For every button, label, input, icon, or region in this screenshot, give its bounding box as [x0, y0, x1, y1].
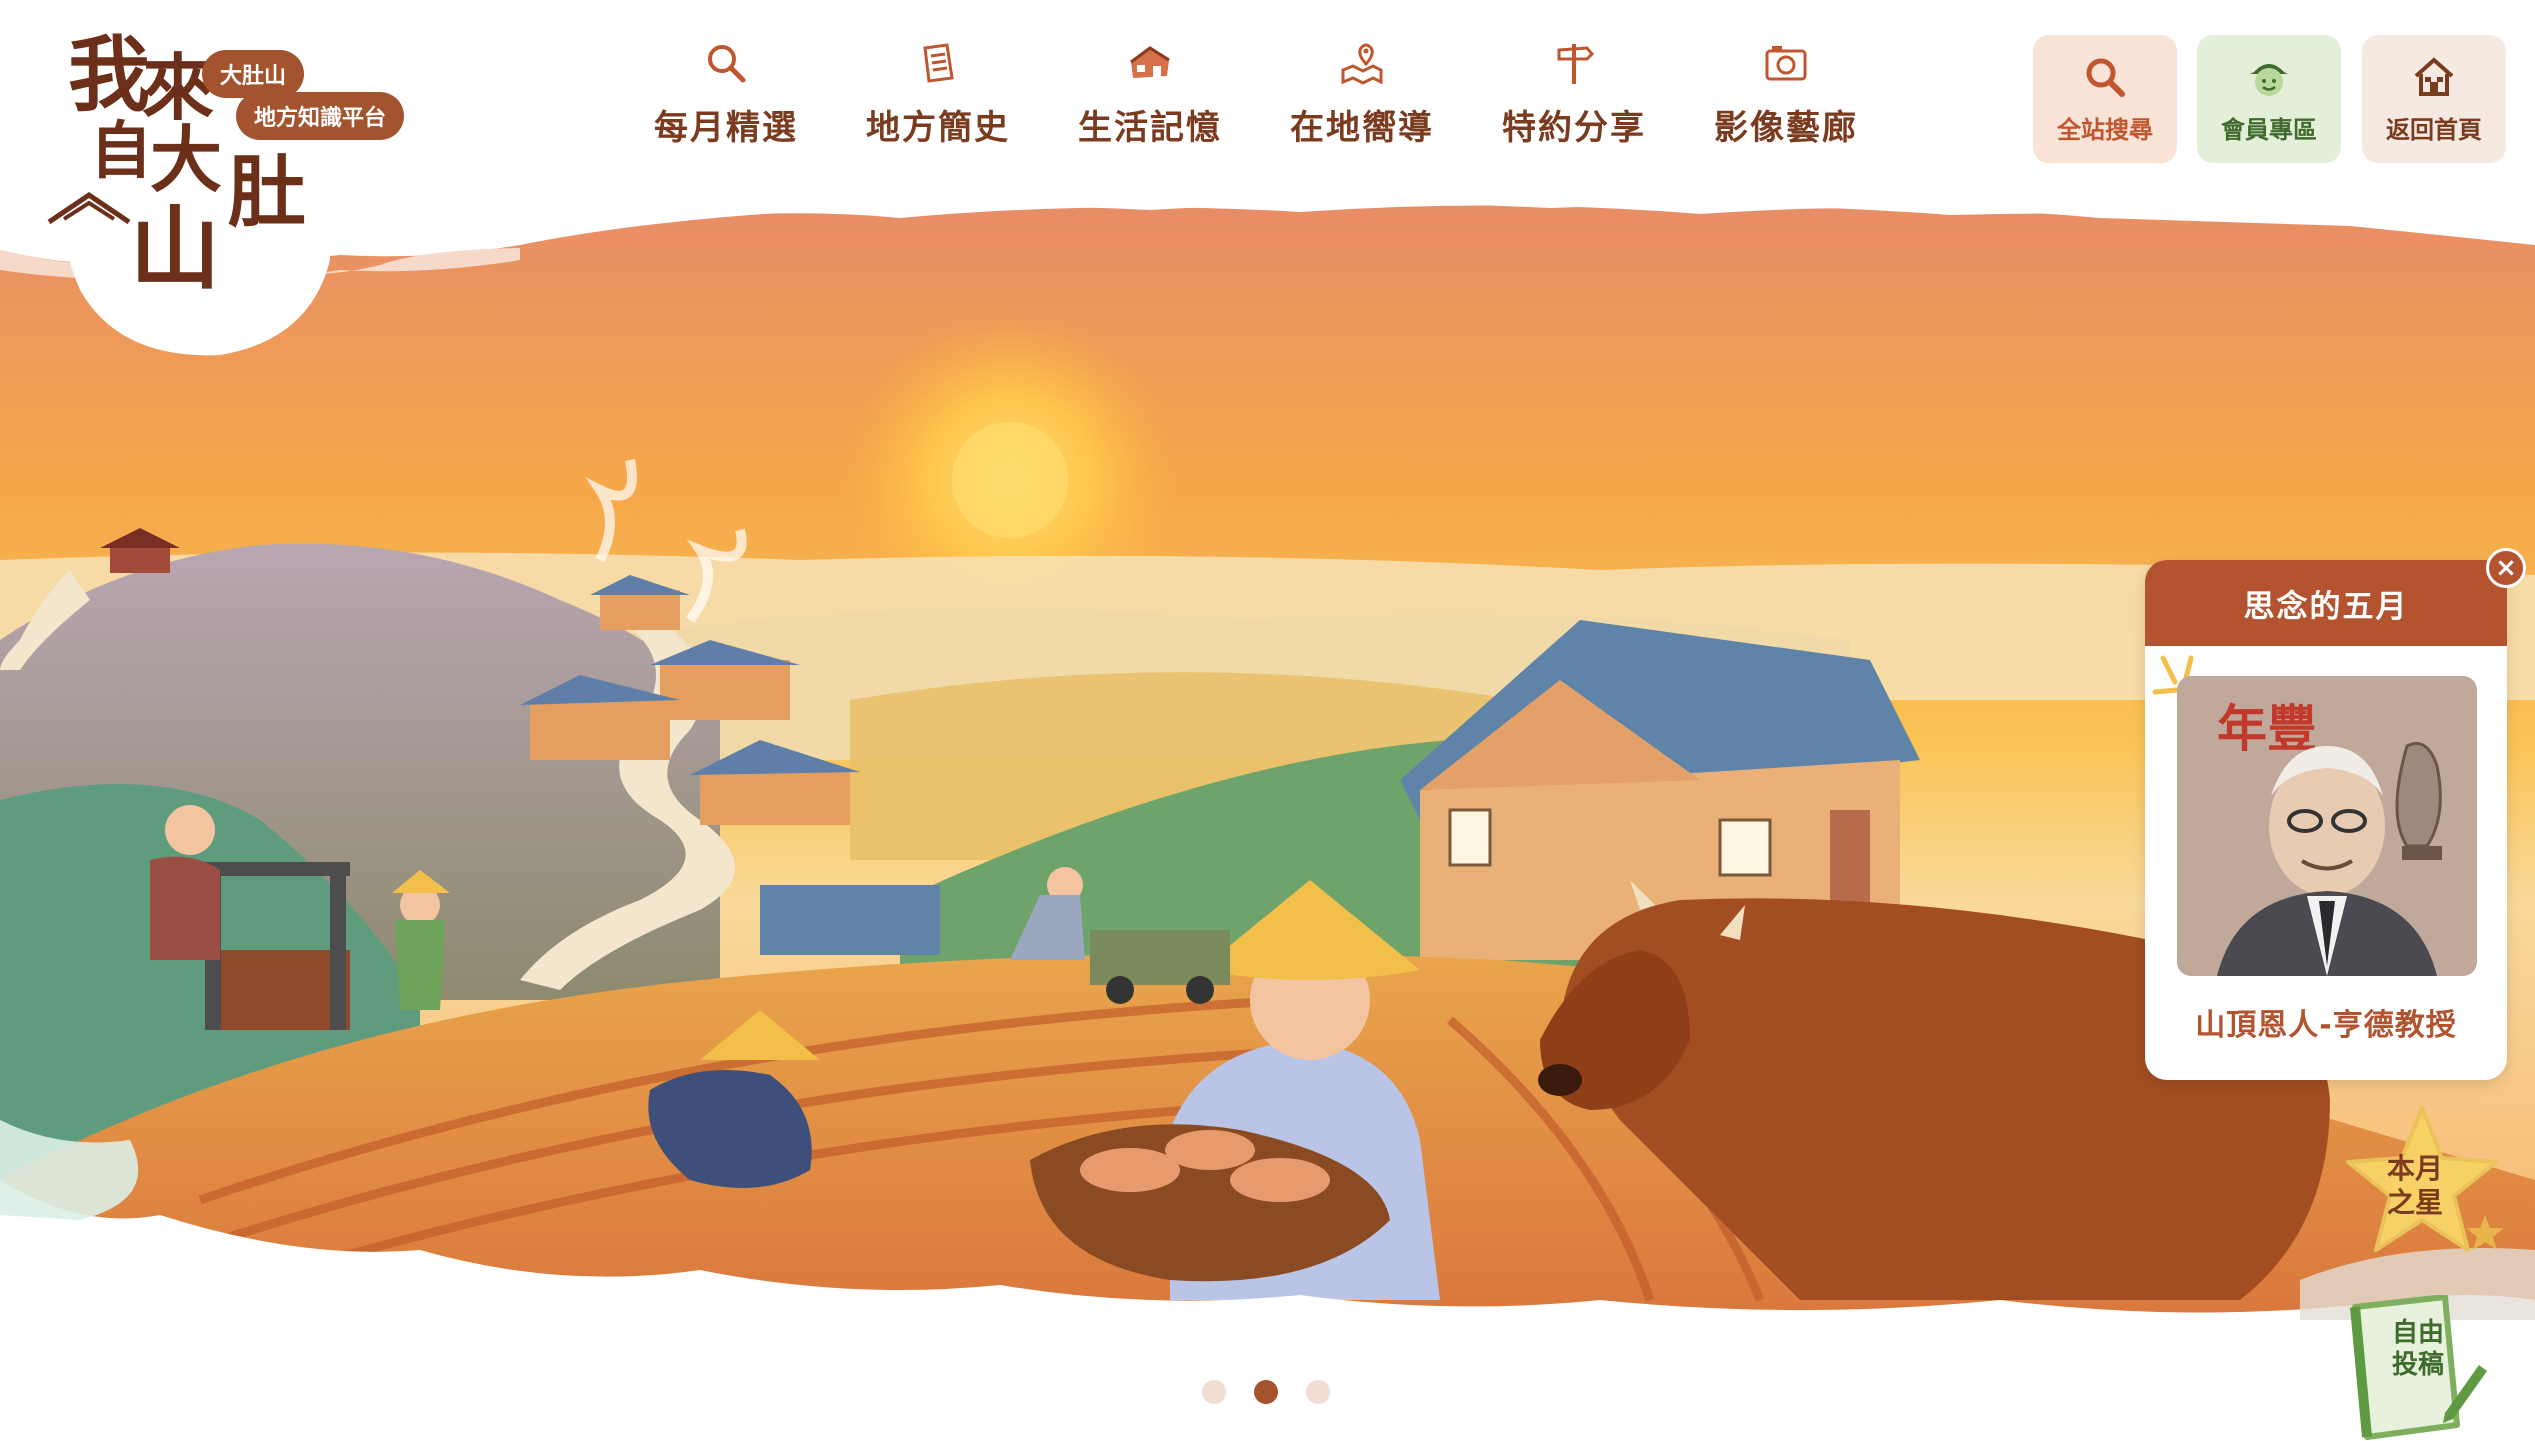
nav-label: 影像藝廊: [1714, 108, 1858, 148]
site-logo[interactable]: 我 來 自 大 肚 山 大肚山 地方知識平台: [30, 12, 405, 322]
carousel-dot-3[interactable]: [1306, 1380, 1330, 1404]
submit-text: 自由 投稿: [2383, 1317, 2453, 1381]
star-badge-text: 本月 之星: [2340, 1152, 2490, 1220]
search-icon: [2086, 58, 2125, 97]
nav-monthly-picks[interactable]: 每月精選: [620, 40, 832, 149]
site-search-button[interactable]: 全站搜尋: [2033, 35, 2177, 163]
site-search-label: 全站搜尋: [2057, 115, 2153, 144]
logo-char-4: 大: [150, 117, 223, 202]
house-icon: [1130, 46, 1170, 78]
camera-icon: [1765, 46, 1807, 81]
main-nav: 每月精選 地方簡史 生活記憶 在地嚮導 特約分享 影像藝廊: [620, 40, 1892, 149]
document-icon: [923, 43, 954, 83]
nav-local-history[interactable]: 地方簡史: [832, 40, 1044, 149]
map-pin-icon: [1341, 43, 1383, 85]
home-icon: [2414, 56, 2454, 96]
logo-char-1: 我: [68, 27, 151, 123]
logo-char-2: 來: [142, 45, 215, 130]
star-badge-line2: 之星: [2386, 1186, 2443, 1219]
carousel-dot-2[interactable]: [1254, 1380, 1278, 1404]
magazine-title: 年豐: [2217, 699, 2317, 758]
logo-tag-mountain: 大肚山: [202, 50, 305, 98]
star-badge-line1: 本月: [2386, 1152, 2443, 1185]
submit-line2: 投稿: [2391, 1350, 2444, 1380]
popup-title: 思念的五月: [2145, 560, 2507, 646]
member-area-button[interactable]: 會員專區: [2197, 35, 2341, 163]
nav-label: 生活記憶: [1078, 108, 1222, 148]
nav-special-share[interactable]: 特約分享: [1468, 40, 1680, 149]
member-area-label: 會員專區: [2221, 115, 2317, 144]
member-face-icon: [2250, 63, 2288, 96]
popup-caption[interactable]: 山頂恩人-亨德教授: [2145, 1000, 2507, 1044]
logo-char-6: 山: [130, 196, 220, 302]
free-submission-button[interactable]: 自由 投稿: [2345, 1294, 2490, 1441]
logo-char-5: 肚: [228, 147, 307, 238]
star-of-month-badge[interactable]: 本月 之星: [2340, 1100, 2510, 1270]
star-of-month-popup[interactable]: 思念的五月 年豐 山頂恩人-亨德教授: [2145, 560, 2507, 1080]
logo-tag-platform: 地方知識平台: [236, 92, 405, 140]
nav-local-guide[interactable]: 在地嚮導: [1256, 40, 1468, 149]
nav-image-gallery[interactable]: 影像藝廊: [1680, 40, 1892, 149]
home-button[interactable]: 返回首頁: [2362, 35, 2506, 163]
nav-label: 在地嚮導: [1290, 108, 1434, 148]
carousel-dots: [1202, 1380, 1330, 1404]
nav-label: 地方簡史: [866, 108, 1010, 148]
nav-life-memories[interactable]: 生活記憶: [1044, 40, 1256, 149]
popup-close-button[interactable]: ×: [2486, 548, 2526, 588]
featured-person-photo[interactable]: 年豐: [2177, 676, 2477, 976]
logo-char-3: 自: [90, 114, 153, 187]
nav-label: 特約分享: [1502, 108, 1646, 148]
portrait-image: 年豐: [2177, 676, 2477, 976]
nav-label: 每月精選: [654, 108, 798, 148]
mountain-icon: [47, 191, 131, 225]
search-icon: [708, 45, 746, 83]
signpost-icon: [1557, 44, 1595, 84]
submit-line1: 自由: [2391, 1318, 2444, 1348]
carousel-dot-1[interactable]: [1202, 1380, 1226, 1404]
home-label: 返回首頁: [2386, 115, 2482, 144]
